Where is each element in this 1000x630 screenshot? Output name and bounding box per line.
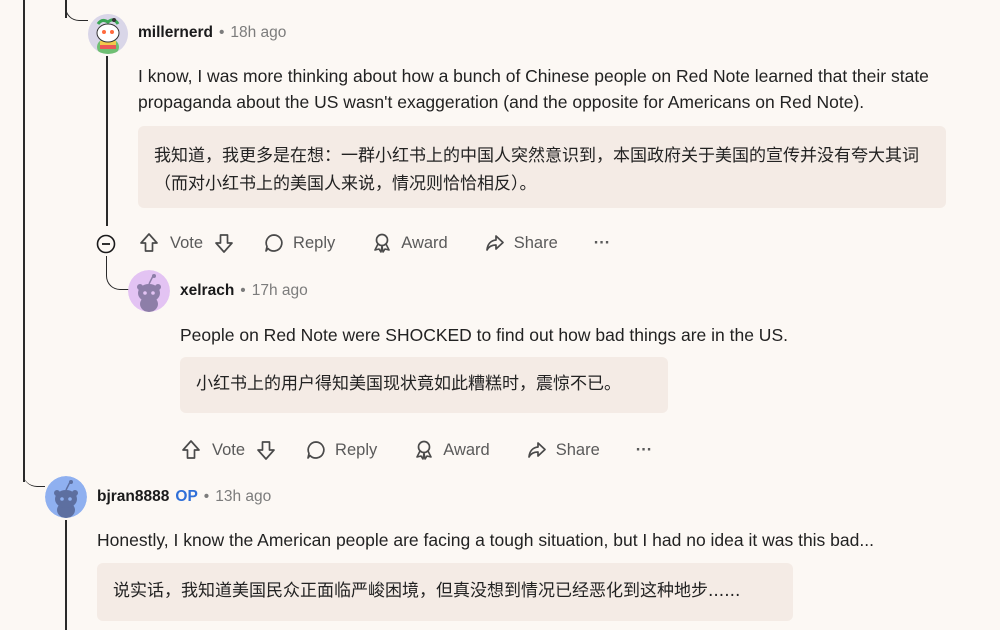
snoo-avatar-icon — [128, 270, 170, 312]
share-button[interactable]: Share — [484, 232, 558, 254]
avatar[interactable] — [45, 476, 87, 518]
username[interactable]: millernerd — [138, 24, 213, 42]
share-icon — [527, 442, 546, 458]
snoo-avatar-icon — [45, 476, 87, 518]
vote-label: Vote — [170, 233, 204, 252]
share-icon — [485, 235, 504, 251]
comment-author-row: xelrach • 17h ago — [180, 282, 308, 300]
timestamp[interactable]: 17h ago — [252, 282, 308, 300]
comment-body: Honestly, I know the American people are… — [97, 530, 874, 550]
reply-button[interactable]: Reply — [263, 232, 335, 254]
comment-actions: Vote Reply Award Share ··· — [138, 232, 610, 254]
avatar[interactable] — [128, 270, 170, 312]
reply-button[interactable]: Reply — [305, 439, 377, 461]
comment-author-row: bjran8888 OP • 13h ago — [97, 488, 271, 506]
share-label: Share — [513, 233, 558, 252]
share-label: Share — [555, 440, 600, 459]
vote-label: Vote — [212, 440, 246, 459]
username[interactable]: bjran8888 — [97, 488, 169, 506]
award-label: Award — [443, 440, 490, 459]
minus-circle-icon — [96, 234, 116, 254]
op-badge: OP — [175, 488, 198, 505]
reply-label: Reply — [335, 440, 378, 459]
award-label: Award — [401, 233, 448, 252]
separator-dot: • — [218, 24, 225, 41]
downvote-button[interactable] — [213, 232, 235, 254]
reply-label: Reply — [293, 233, 336, 252]
comment-bubble-icon — [307, 441, 325, 459]
translation-box: 说实话，我知道美国民众正面临严峻困境，但真没想到情况已经恶化到这种地步.....… — [97, 563, 793, 621]
username[interactable]: xelrach — [180, 282, 234, 300]
comment-author-row: millernerd • 18h ago — [138, 24, 286, 42]
avatar[interactable] — [88, 14, 128, 54]
separator-dot: • — [203, 488, 210, 505]
thread-curve-level2 — [106, 256, 129, 290]
thread-line-level2 — [106, 56, 108, 226]
award-button[interactable]: Award — [413, 439, 490, 461]
timestamp[interactable]: 13h ago — [215, 488, 271, 506]
comment-bubble-icon — [265, 234, 283, 252]
thread-curve-top — [65, 0, 88, 21]
award-icon — [374, 233, 391, 253]
thread-line-bottom — [65, 520, 67, 630]
more-options-button[interactable]: ··· — [636, 441, 652, 460]
translation-box: 我知道，我更多是在想：一群小红书上的中国人突然意识到，本国政府关于美国的宣传并没… — [138, 126, 946, 208]
separator-dot: • — [240, 282, 246, 299]
translation-box: 小红书上的用户得知美国现状竟如此糟糕时，震惊不已。 — [180, 357, 668, 413]
upvote-button[interactable] — [138, 232, 160, 254]
award-icon — [416, 440, 433, 460]
share-button[interactable]: Share — [526, 439, 600, 461]
thread-line-outer — [23, 0, 25, 482]
upvote-button[interactable] — [180, 439, 202, 461]
downvote-button[interactable] — [255, 439, 277, 461]
collapse-thread-button[interactable] — [96, 234, 116, 254]
upvote-icon — [140, 233, 158, 252]
downvote-icon — [215, 234, 233, 253]
comment-body: I know, I was more thinking about how a … — [138, 66, 929, 112]
comment-body: People on Red Note were SHOCKED to find … — [180, 325, 788, 345]
timestamp[interactable]: 18h ago — [230, 24, 286, 42]
award-button[interactable]: Award — [371, 232, 448, 254]
comment-actions: Vote Reply Award Share ··· — [180, 439, 652, 461]
downvote-icon — [257, 441, 275, 460]
snoo-avatar-icon — [88, 14, 128, 54]
thread-curve-outer — [23, 460, 45, 487]
upvote-icon — [182, 440, 200, 459]
more-options-button[interactable]: ··· — [594, 234, 610, 253]
